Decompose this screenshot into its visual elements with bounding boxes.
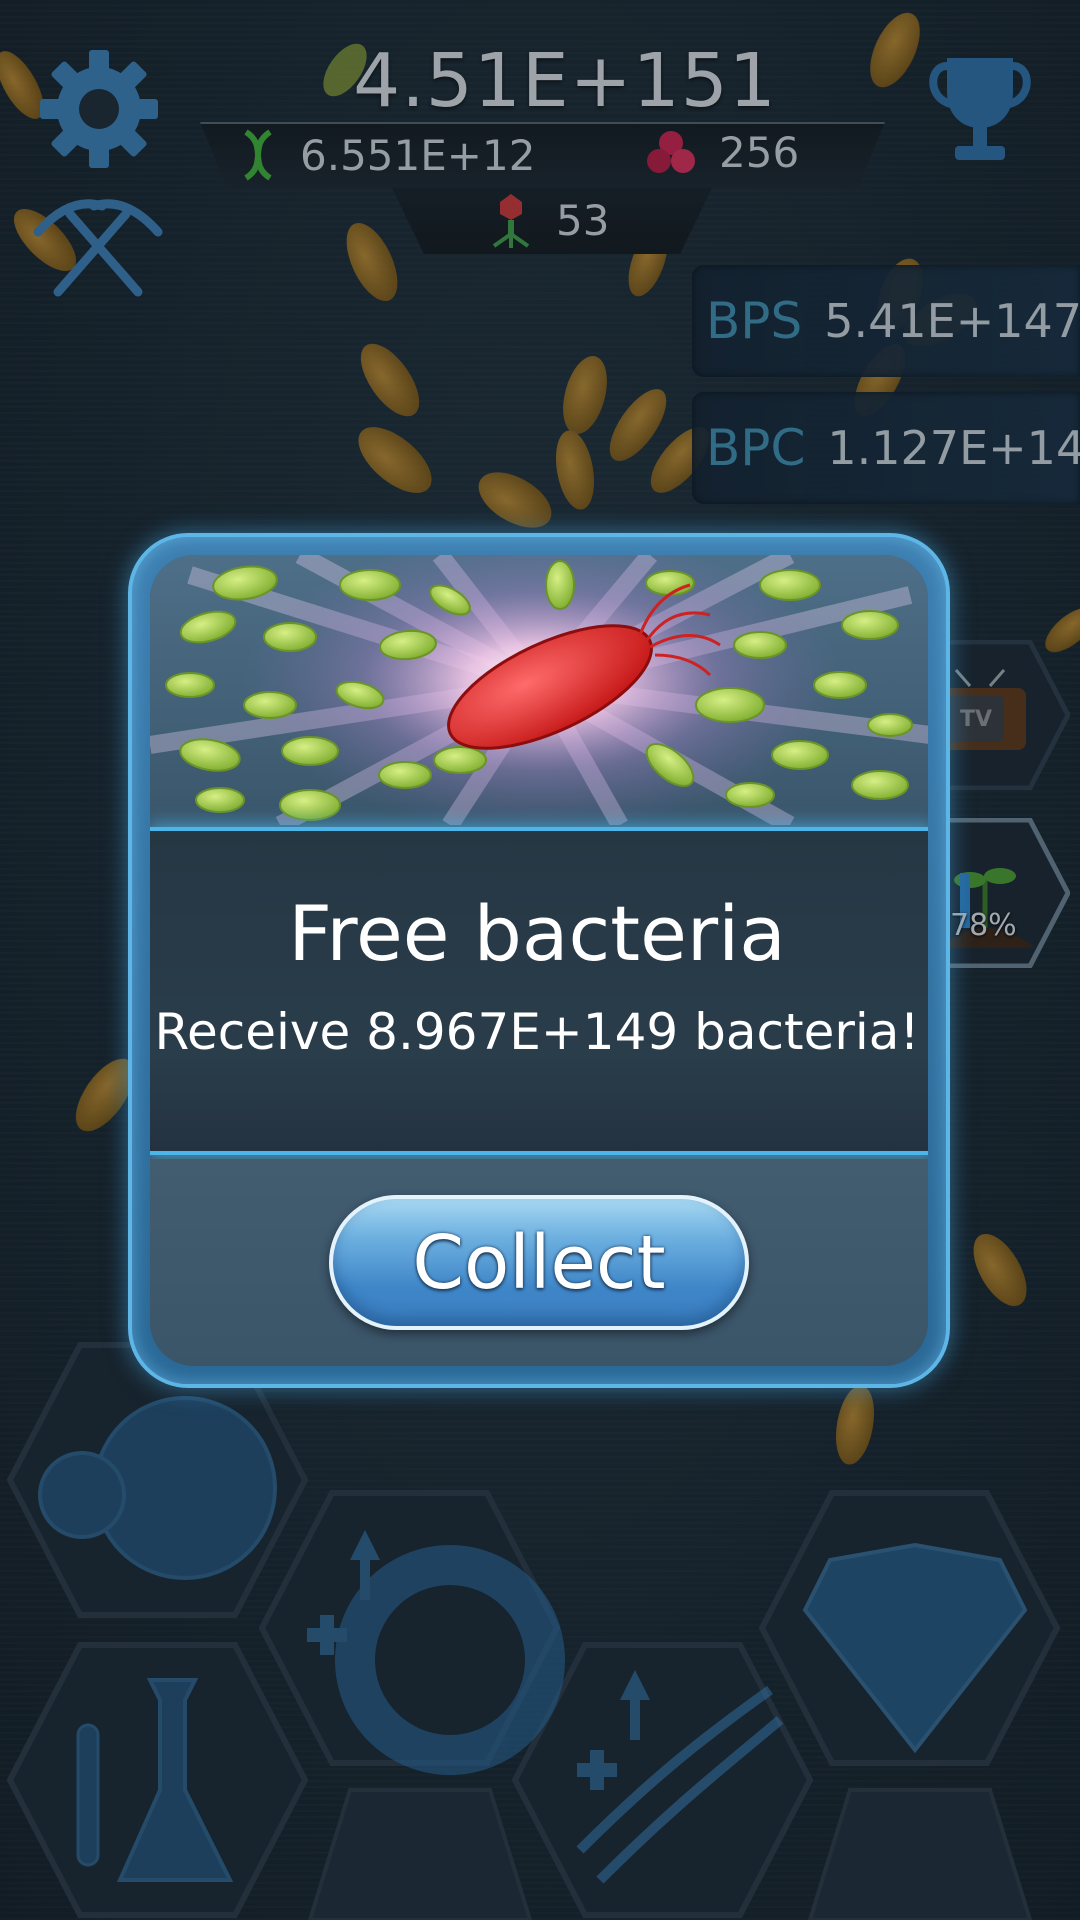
- dialog-description: Receive 8.967E+149 bacteria!: [154, 1003, 920, 1061]
- collect-button[interactable]: Collect: [329, 1195, 749, 1330]
- dialog-title: Free bacteria: [288, 889, 786, 978]
